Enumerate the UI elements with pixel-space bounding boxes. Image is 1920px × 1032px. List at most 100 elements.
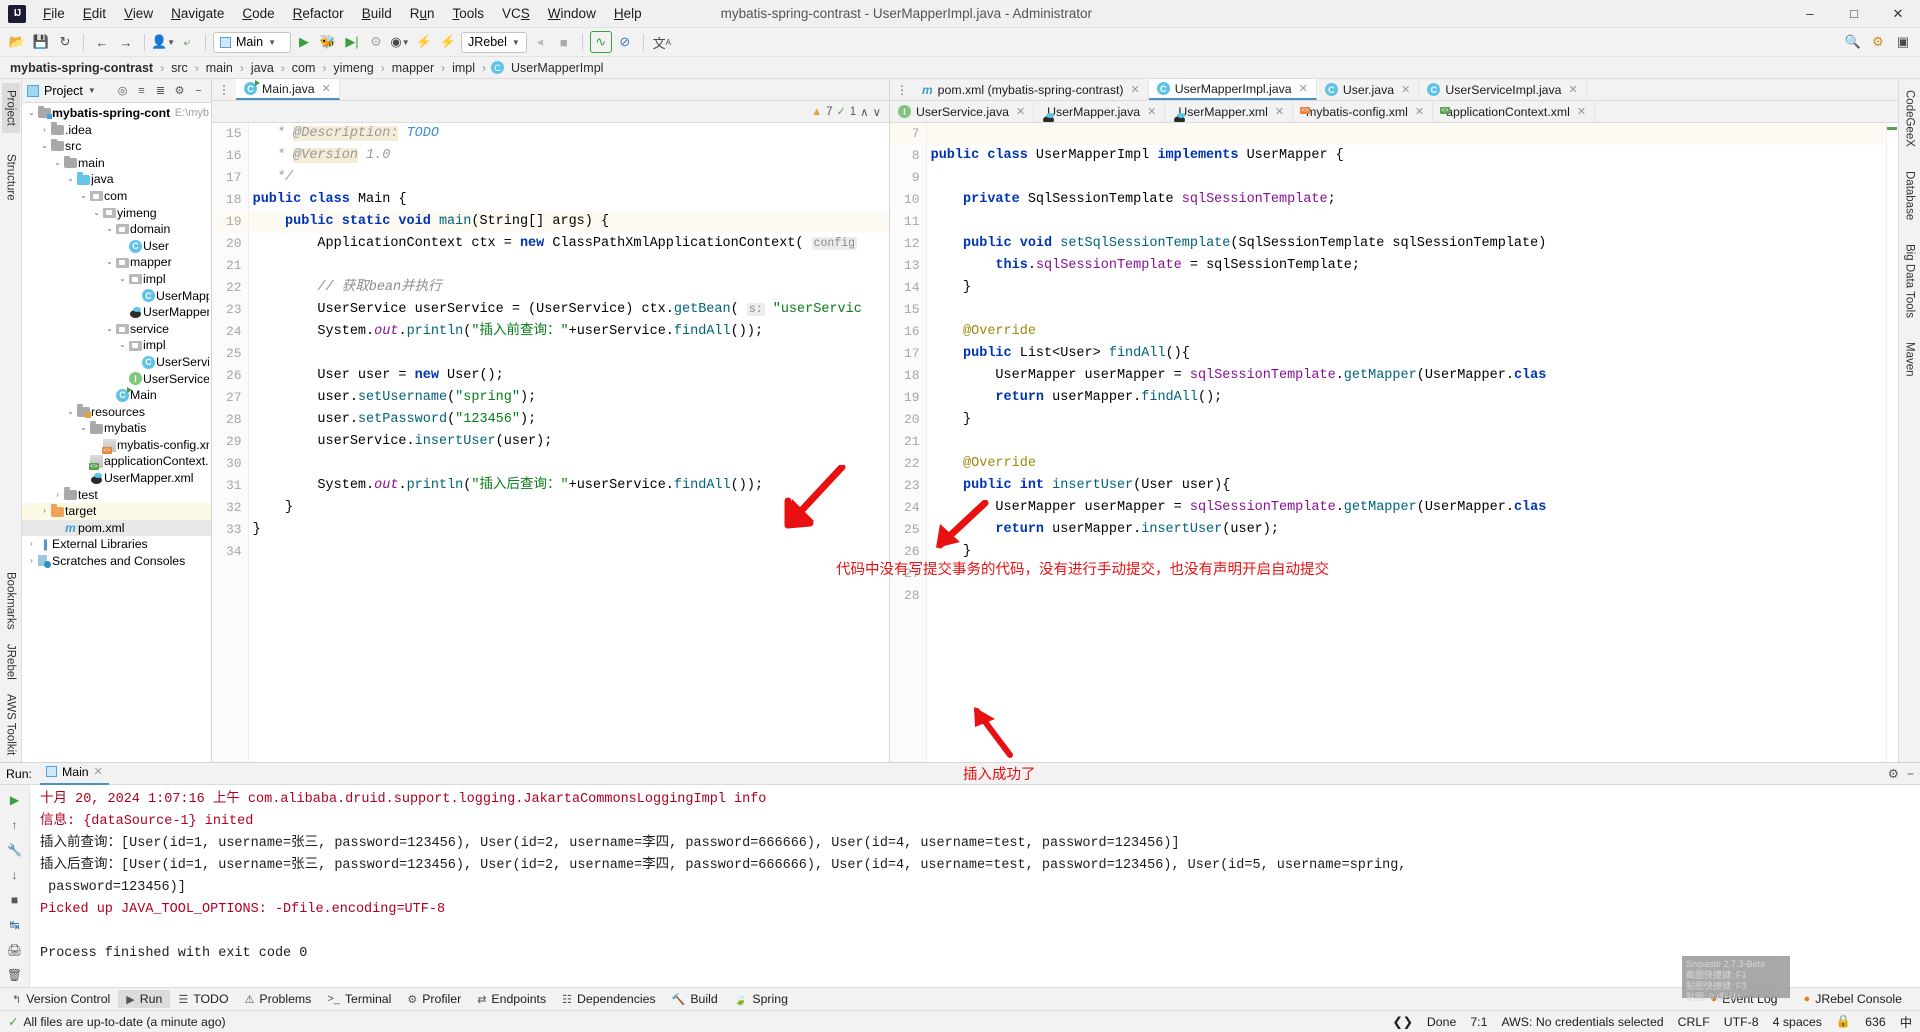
tree-node-usermapper[interactable]: UserMapper <box>22 304 211 321</box>
code-line[interactable] <box>927 211 1886 233</box>
attach-icon[interactable]: ◉ ▼ <box>389 31 411 53</box>
tree-node-main[interactable]: C Main <box>22 386 211 404</box>
tab-userserviceimpl-java[interactable]: C UserServiceImpl.java ✕ <box>1419 79 1587 100</box>
code-line[interactable]: } <box>249 519 889 541</box>
right-gutter[interactable]: 7 8 9 10 11 12 13 14 15 16 ●↑17 18 19 20 21 22 ●↑23 24 25 2… <box>890 123 941 762</box>
prev-problem-icon[interactable]: ∧ <box>860 105 868 119</box>
breadcrumb-item-0[interactable]: mybatis-spring-contrast <box>8 61 155 75</box>
code-line[interactable]: * @Version 1.0 <box>249 145 889 167</box>
collapse-all-icon[interactable]: ≡ <box>134 83 149 98</box>
code-line[interactable] <box>249 541 889 563</box>
close-button[interactable]: ✕ <box>1876 0 1920 28</box>
tree-expand-arrow[interactable]: ⌄ <box>78 188 89 205</box>
menu-refactor[interactable]: Refactor <box>284 2 353 25</box>
close-icon-run-tab[interactable]: ✕ <box>94 765 103 778</box>
menu-code[interactable]: Code <box>233 2 283 25</box>
close-icon[interactable]: ✕ <box>1147 105 1156 118</box>
tree-node-userserviceimpl[interactable]: CUserServiceImpl <box>22 354 211 371</box>
toolwindow-build[interactable]: 🔨 Build <box>664 990 726 1008</box>
menu-vcs[interactable]: VCS <box>493 2 539 25</box>
code-line[interactable] <box>926 123 1886 145</box>
tree-expand-arrow[interactable]: ⌄ <box>78 420 89 437</box>
breadcrumb-item-last[interactable]: UserMapperImpl <box>509 61 605 75</box>
code-line[interactable]: @Override <box>927 453 1886 475</box>
code-line[interactable]: } <box>927 409 1886 431</box>
minimize-button[interactable]: – <box>1788 0 1832 28</box>
code-line[interactable]: user.setUsername("spring"); <box>249 387 889 409</box>
tree-expand-arrow[interactable]: › <box>26 553 37 570</box>
close-icon[interactable]: ✕ <box>1131 83 1140 96</box>
tree-node-src[interactable]: ⌄ src <box>22 138 211 155</box>
code-line[interactable]: } <box>249 497 889 519</box>
tree-node-applicationcontext-xml[interactable]: applicationContext.xml <box>22 453 211 471</box>
code-line[interactable]: userService.insertUser(user); <box>249 431 889 453</box>
tree-node-target[interactable]: › target <box>22 503 211 520</box>
close-icon[interactable]: ✕ <box>322 82 331 95</box>
code-line[interactable]: return userMapper.insertUser(user); <box>927 519 1886 541</box>
breadcrumb-item-5[interactable]: yimeng <box>331 61 375 75</box>
next-problem-icon[interactable]: ∨ <box>873 105 881 119</box>
left-code-lines[interactable]: * @Description: TODO * @Version 1.0 */pu… <box>248 123 889 762</box>
tree-expand-arrow[interactable]: ⌄ <box>104 221 115 238</box>
code-line[interactable]: public void setSqlSessionTemplate(SqlSes… <box>927 233 1886 255</box>
block-icon[interactable]: ⊘ <box>614 31 636 53</box>
tree-node-mybatis[interactable]: ⌄ mybatis <box>22 420 211 437</box>
profile-run-icon[interactable]: ⚙ <box>365 31 387 53</box>
tree-node-java[interactable]: ⌄ java <box>22 171 211 188</box>
chevron-down-icon-project[interactable]: ▼ <box>88 86 96 95</box>
breadcrumb-item-4[interactable]: com <box>290 61 318 75</box>
code-line[interactable]: UserService userService = (UserService) … <box>249 299 889 321</box>
tree-expand-arrow[interactable]: ⌄ <box>65 171 76 188</box>
tab-applicationcontext-xml[interactable]: applicationContext.xml ✕ <box>1433 101 1596 122</box>
code-line[interactable]: System.out.println("插入后查询："+userService.… <box>249 475 889 497</box>
menu-window[interactable]: Window <box>539 2 605 25</box>
indent-setting[interactable]: 4 spaces <box>1773 1015 1822 1029</box>
gear-icon-run[interactable]: ⚙ <box>1888 767 1899 781</box>
run-icon[interactable]: ▶ <box>293 31 315 53</box>
tree-node-service[interactable]: ⌄ service <box>22 321 211 338</box>
toolwindow-profiler[interactable]: ⚙ Profiler <box>399 990 469 1008</box>
tree-expand-arrow[interactable]: ⌄ <box>91 205 102 222</box>
code-line[interactable] <box>927 431 1886 453</box>
tree-node-mybatis-spring-contrast[interactable]: ⌄ mybatis-spring-contrast E:\myb <box>22 105 211 122</box>
search-icon[interactable]: 🔍 <box>1842 31 1864 53</box>
run-coverage-icon[interactable]: ▶| <box>341 31 363 53</box>
code-line[interactable] <box>249 343 889 365</box>
gear-icon[interactable]: ⚙ <box>172 83 187 98</box>
menu-file[interactable]: File <box>34 2 74 25</box>
menu-help[interactable]: Help <box>605 2 651 25</box>
tree-expand-arrow[interactable]: › <box>52 487 63 504</box>
code-line[interactable] <box>927 167 1886 189</box>
memory-indicator[interactable]: 636 <box>1865 1015 1886 1029</box>
toolwindow-run[interactable]: ▶ Run <box>118 990 171 1008</box>
code-line[interactable]: public int insertUser(User user){ <box>927 475 1886 497</box>
tree-expand-arrow[interactable]: › <box>39 122 50 139</box>
back-icon[interactable]: ← <box>91 31 113 53</box>
right-marker-stripe[interactable] <box>1886 123 1898 762</box>
lock-icon[interactable]: 🔒 <box>1836 1014 1851 1029</box>
code-line[interactable]: user.setPassword("123456"); <box>249 409 889 431</box>
jrebel-run-icon[interactable]: ⚡ <box>413 31 435 53</box>
toolwindow-terminal[interactable]: >_ Terminal <box>319 990 399 1008</box>
jrebel-debug-icon[interactable]: ⚡ <box>437 31 459 53</box>
code-line[interactable]: public class Main { <box>249 189 889 211</box>
menu-edit[interactable]: Edit <box>74 2 115 25</box>
project-tree[interactable]: ⌄mybatis-spring-contrastE:\myb›.idea⌄src… <box>22 103 211 762</box>
translate-icon[interactable]: 文A <box>651 31 673 53</box>
rail-tab-bookmarks[interactable]: Bookmarks <box>2 565 20 637</box>
profile-icon[interactable]: 👤 ▼ <box>151 31 175 53</box>
code-line[interactable]: System.out.println("插入前查询："+userService.… <box>249 321 889 343</box>
tree-expand-arrow[interactable]: ⌄ <box>104 254 115 271</box>
tree-node-resources[interactable]: ⌄ resources <box>22 404 211 421</box>
left-gutter[interactable]: 15 16 17 ▶18▶19 20 21 22 23 24 25 26 27 28 29 30 31 32 33… <box>212 123 259 762</box>
monitor-icon[interactable]: ∿ <box>589 31 612 53</box>
tree-node-mapper[interactable]: ⌄ mapper <box>22 254 211 271</box>
inspection-widget[interactable]: ▲ 7 ✓ 1 ∧ ∨ <box>803 101 889 122</box>
save-icon[interactable]: 💾 <box>30 31 52 53</box>
menu-bar[interactable]: File Edit View Navigate Code Refactor Bu… <box>34 2 651 25</box>
rail-tab-aws[interactable]: AWS Toolkit <box>2 687 20 762</box>
code-line[interactable] <box>927 585 1886 607</box>
sync-icon[interactable]: ↻ <box>54 31 76 53</box>
toolwindow-jrebel-console[interactable]: ● JRebel Console <box>1796 990 1910 1008</box>
tab-usermapperimpl-java[interactable]: C UserMapperImpl.java ✕ <box>1148 79 1317 100</box>
